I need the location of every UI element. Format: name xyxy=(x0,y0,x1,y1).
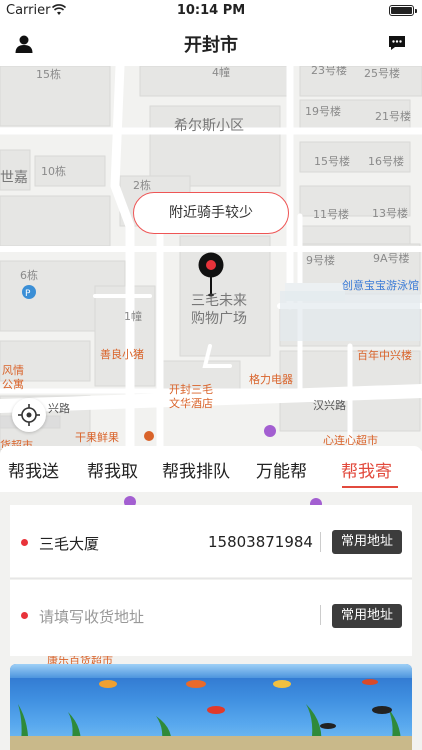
map-label: 4幢 xyxy=(212,66,230,79)
message-icon[interactable] xyxy=(388,35,406,51)
nav-bar: 开封市 xyxy=(0,22,422,66)
location-pin-icon xyxy=(198,252,224,297)
status-bar: Carrier 10:14 PM xyxy=(0,0,422,22)
sender-name: 三毛大厦 xyxy=(39,535,100,553)
map-label: 23号楼 xyxy=(311,66,347,77)
map-label: 25号楼 xyxy=(364,67,400,80)
map-label: 希尔斯小区 xyxy=(174,118,244,134)
map-label: 开封三毛 文华酒店 xyxy=(169,383,213,410)
map-label: 6栋 xyxy=(20,269,38,282)
map-label: 16号楼 xyxy=(368,155,404,168)
map-label: 兴路 xyxy=(48,402,70,415)
receiver-common-address-button[interactable]: 常用地址 xyxy=(332,604,402,628)
sender-dot xyxy=(21,539,28,546)
map-label: 善良小猪 xyxy=(100,348,144,361)
divider xyxy=(320,532,321,552)
map-label: 10栋 xyxy=(41,165,66,178)
map-label: 1幢 xyxy=(124,310,142,323)
tab-queue[interactable]: 帮我排队 xyxy=(162,457,230,482)
status-time: 10:14 PM xyxy=(176,3,246,18)
map-label: 风情 公寓 xyxy=(2,364,24,391)
map-label: 创意宝宝游泳馆 xyxy=(342,279,419,292)
active-tab-indicator xyxy=(342,486,398,488)
receiver-dot xyxy=(21,612,28,619)
map-label: 15号楼 xyxy=(314,155,350,168)
divider xyxy=(10,578,412,579)
page-title: 开封市 xyxy=(184,35,238,56)
map-label: 干果鲜果 xyxy=(75,431,119,444)
tab-deliver[interactable]: 帮我送 xyxy=(8,457,59,482)
receiver-address-input[interactable]: 请填写收货地址 xyxy=(39,606,144,627)
map-label: 11号楼 xyxy=(313,208,349,221)
map-label: 13号楼 xyxy=(372,207,408,220)
sender-phone: 15803871984 xyxy=(208,533,313,551)
map-label: 19号楼 xyxy=(305,105,341,118)
tab-pickup[interactable]: 帮我取 xyxy=(87,457,138,482)
sender-common-address-button[interactable]: 常用地址 xyxy=(332,530,402,554)
promo-banner[interactable] xyxy=(10,664,412,750)
map-label: 15栋 xyxy=(36,68,61,81)
map-label: 百年中兴楼 xyxy=(357,349,412,362)
tab-send[interactable]: 帮我寄 xyxy=(341,457,392,482)
map-label: 2栋 xyxy=(133,179,151,192)
svg-text:P: P xyxy=(25,289,31,299)
crosshair-icon xyxy=(18,404,40,426)
tab-all-purpose[interactable]: 万能帮 xyxy=(256,457,307,482)
map-label: 21号楼 xyxy=(375,110,411,123)
map-label: 世嘉 xyxy=(0,170,28,186)
riders-notice-bubble: 附近骑手较少 xyxy=(133,192,289,234)
map-label: 格力电器 xyxy=(249,373,293,386)
receiver-address-row[interactable]: 请填写收货地址 常用地址 xyxy=(10,580,412,656)
battery-icon xyxy=(389,5,417,16)
locate-button[interactable] xyxy=(12,398,46,432)
divider xyxy=(320,605,321,625)
map-label: 9号楼 xyxy=(306,254,335,267)
sender-address-row[interactable]: 三毛大厦 15803871984 常用地址 xyxy=(10,505,412,577)
map-label: 9A号楼 xyxy=(373,252,410,265)
map-label: 汉兴路 xyxy=(313,399,346,412)
